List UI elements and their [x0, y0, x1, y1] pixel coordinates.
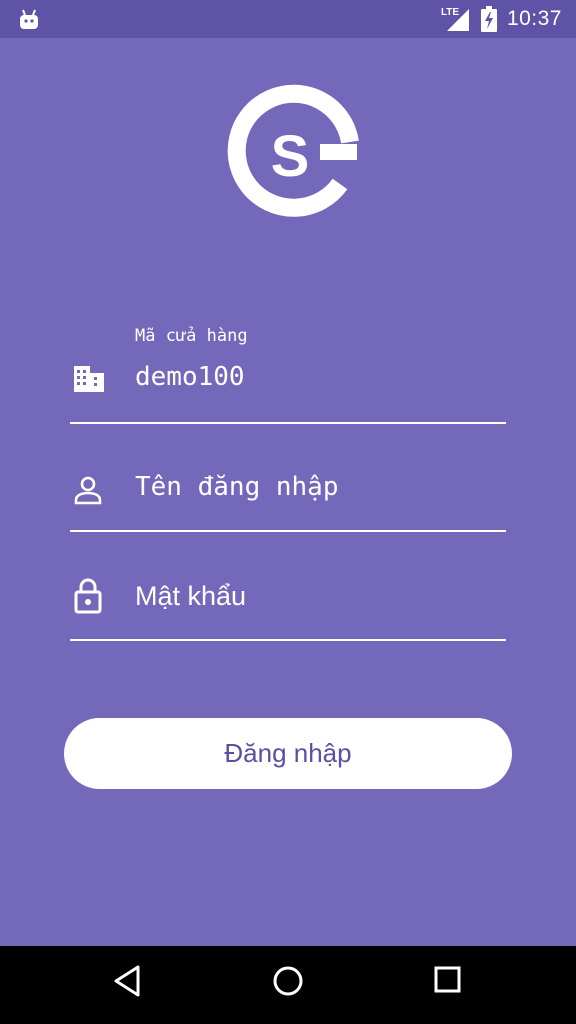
- login-screen: LTE 10:37 S Mã cửa hàng demo100 Tên đăng…: [0, 0, 576, 1024]
- status-time: 10:37: [506, 7, 562, 30]
- battery-charging-icon: [480, 6, 497, 32]
- store-code-label: Mã cửa hàng: [135, 326, 248, 346]
- building-icon: [74, 366, 104, 392]
- lock-icon: [74, 578, 102, 614]
- back-icon[interactable]: [112, 964, 144, 998]
- username-field[interactable]: Tên đăng nhập: [70, 450, 506, 532]
- username-input[interactable]: Tên đăng nhập: [135, 472, 339, 502]
- store-code-input[interactable]: demo100: [135, 362, 245, 392]
- login-button[interactable]: Đăng nhập: [64, 718, 512, 789]
- home-icon[interactable]: [270, 964, 306, 1000]
- status-bar: LTE 10:37: [0, 0, 576, 38]
- recents-icon[interactable]: [433, 964, 463, 994]
- android-icon: [20, 9, 38, 29]
- status-icons: LTE 10:37: [441, 0, 562, 38]
- password-field[interactable]: Mật khẩu: [70, 560, 506, 641]
- app-logo-icon: S: [227, 84, 359, 217]
- lte-signal-icon: LTE: [441, 7, 471, 31]
- logo-letter: S: [271, 124, 310, 189]
- password-input[interactable]: Mật khẩu: [135, 581, 246, 612]
- store-code-field[interactable]: Mã cửa hàng demo100: [70, 320, 506, 424]
- person-icon: [74, 476, 102, 505]
- navigation-bar: [0, 946, 576, 1024]
